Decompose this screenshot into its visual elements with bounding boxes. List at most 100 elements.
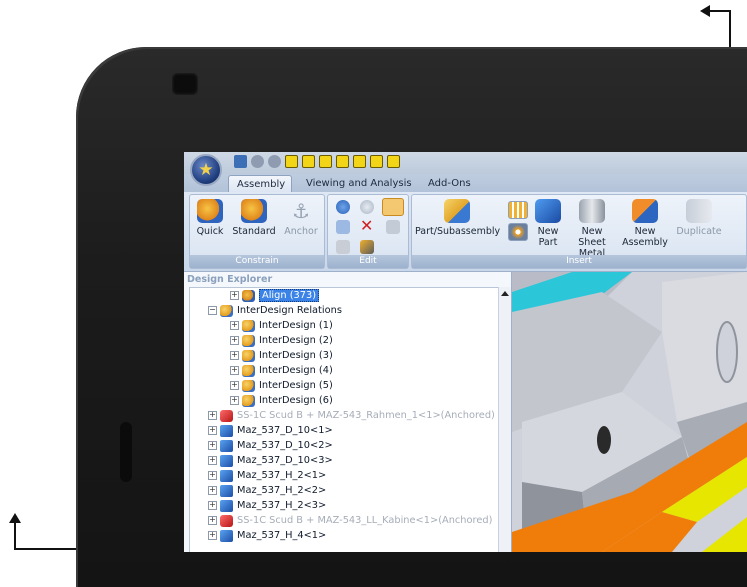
expand-icon[interactable]: + [208, 486, 217, 495]
expand-icon[interactable]: + [230, 321, 239, 330]
part-icon [220, 529, 233, 542]
save-icon[interactable] [234, 155, 247, 168]
expand-icon[interactable]: + [230, 381, 239, 390]
anchored-assembly-icon [220, 409, 233, 422]
expand-icon[interactable]: + [230, 336, 239, 345]
expand-icon[interactable]: + [208, 411, 217, 420]
stack-icon[interactable] [360, 240, 374, 254]
gear-icon[interactable] [508, 223, 528, 241]
standard-label: Standard [232, 226, 276, 237]
duplicate-label: Duplicate [676, 226, 722, 237]
standard-constrain-icon [241, 199, 267, 223]
tab-viewing-and-analysis[interactable]: Viewing and Analysis [298, 175, 420, 192]
part-icon [220, 484, 233, 497]
edit-icon[interactable] [336, 220, 350, 234]
duplicate-button[interactable]: Duplicate [674, 199, 724, 237]
sheet-metal-icon [579, 199, 605, 223]
app-logo-icon[interactable]: ★ [190, 154, 222, 186]
standard-button[interactable]: Standard [230, 199, 278, 237]
tree-row-interdesign[interactable]: + InterDesign (2) [230, 333, 333, 348]
anchor-button[interactable]: ⚓ Anchor [282, 199, 320, 237]
tree-row-part[interactable]: + Maz_537_D_10<2> [208, 438, 333, 453]
quick-access-toolbar [234, 155, 400, 168]
tree-row-interdesign[interactable]: + InterDesign (1) [230, 318, 333, 333]
tree-scrollbar[interactable] [498, 287, 511, 552]
part-subassembly-label: Part/Subassembly [415, 226, 501, 237]
tree-row-interdesign[interactable]: + InterDesign (4) [230, 363, 333, 378]
tree-row-part[interactable]: + Maz_537_H_2<1> [208, 468, 326, 483]
edit-group: ✕ Edit [327, 194, 409, 269]
cube-icon[interactable] [387, 155, 400, 168]
app-screen: ★ Assembly Viewing and Analysis Add-Ons … [184, 152, 747, 552]
expand-icon[interactable]: + [208, 456, 217, 465]
new-sheet-metal-button[interactable]: New Sheet Metal [568, 199, 616, 259]
tree-row-part[interactable]: + Maz_537_D_10<3> [208, 453, 333, 468]
tree-row-label: Maz_537_H_4<1> [237, 530, 327, 541]
new-assembly-button[interactable]: New Assembly [620, 199, 670, 248]
edit-group-label: Edit [328, 255, 408, 268]
cube-icon[interactable] [302, 155, 315, 168]
expand-icon[interactable]: + [230, 351, 239, 360]
delete-icon[interactable]: ✕ [360, 216, 373, 235]
camera-icon [172, 73, 198, 95]
tree-row-label: InterDesign (2) [259, 335, 333, 346]
expand-icon[interactable]: + [230, 366, 239, 375]
expand-icon[interactable]: + [208, 501, 217, 510]
tab-assembly[interactable]: Assembly [228, 175, 292, 192]
new-assembly-icon [632, 199, 658, 223]
tab-add-ons[interactable]: Add-Ons [420, 175, 479, 192]
cube-icon[interactable] [353, 155, 366, 168]
interdesign-icon [242, 364, 255, 377]
tree-row-assembly[interactable]: + SS-1C Scud B + MAZ-543_Rahmen_1<1>(Anc… [208, 408, 495, 423]
new-part-button[interactable]: New Part [530, 199, 566, 248]
tree-row-interdesign[interactable]: + InterDesign (3) [230, 348, 333, 363]
cube-icon[interactable] [336, 155, 349, 168]
tree-row-label: InterDesign (1) [259, 320, 333, 331]
cube-icon[interactable] [319, 155, 332, 168]
anchor-label: Anchor [284, 226, 318, 237]
expand-icon[interactable]: + [208, 441, 217, 450]
tree-row-interdesign[interactable]: + InterDesign (6) [230, 393, 333, 408]
design-explorer: Design Explorer + Align (373) − InterDes… [184, 272, 512, 552]
properties-icon[interactable] [386, 220, 400, 234]
part-icon [220, 424, 233, 437]
insert-group: Part/Subassembly New Part New Sheet Meta… [411, 194, 747, 269]
collapse-icon[interactable]: − [208, 306, 217, 315]
expand-icon[interactable]: + [208, 471, 217, 480]
3d-viewport[interactable] [512, 272, 747, 552]
tree-row-part[interactable]: + Maz_537_H_2<3> [208, 498, 326, 513]
expand-icon[interactable]: + [208, 516, 217, 525]
undo-icon[interactable] [251, 155, 264, 168]
expand-icon[interactable]: + [208, 426, 217, 435]
expand-icon[interactable]: + [230, 291, 239, 300]
tree-row-assembly[interactable]: + SS-1C Scud B + MAZ-543_LL_Kabine<1>(An… [208, 513, 492, 528]
tree-row-interdesign[interactable]: + InterDesign (5) [230, 378, 333, 393]
pin-icon[interactable] [382, 198, 404, 216]
circle-gray-icon[interactable] [360, 200, 374, 214]
ribbon: Quick Standard ⚓ Anchor Constrain ✕ Edit [184, 192, 747, 272]
tree-row-interdesign-relations[interactable]: − InterDesign Relations [208, 303, 342, 318]
quick-label: Quick [196, 226, 224, 237]
tree-row-label: InterDesign (6) [259, 395, 333, 406]
tree-row-part[interactable]: + Maz_537_H_2<2> [208, 483, 326, 498]
scroll-up-icon[interactable] [501, 291, 509, 296]
tree-row-part[interactable]: + Maz_537_H_4<1> [208, 528, 326, 543]
quick-button[interactable]: Quick [194, 199, 226, 237]
interdesign-icon [242, 334, 255, 347]
title-bar [184, 152, 747, 174]
circle-blue-icon[interactable] [336, 200, 350, 214]
expand-icon[interactable]: + [208, 531, 217, 540]
part-icon [220, 439, 233, 452]
lock-icon[interactable] [336, 240, 350, 254]
duplicate-icon [686, 199, 712, 223]
expand-icon[interactable]: + [230, 396, 239, 405]
cube-icon[interactable] [370, 155, 383, 168]
tree-row-label: InterDesign (3) [259, 350, 333, 361]
part-subassembly-button[interactable]: Part/Subassembly [415, 199, 501, 237]
grid-icon[interactable] [508, 201, 528, 219]
cube-icon[interactable] [285, 155, 298, 168]
quick-constrain-icon [197, 199, 223, 223]
tree-row-align[interactable]: + Align (373) [230, 288, 320, 303]
tree-row-part[interactable]: + Maz_537_D_10<1> [208, 423, 333, 438]
redo-icon[interactable] [268, 155, 281, 168]
